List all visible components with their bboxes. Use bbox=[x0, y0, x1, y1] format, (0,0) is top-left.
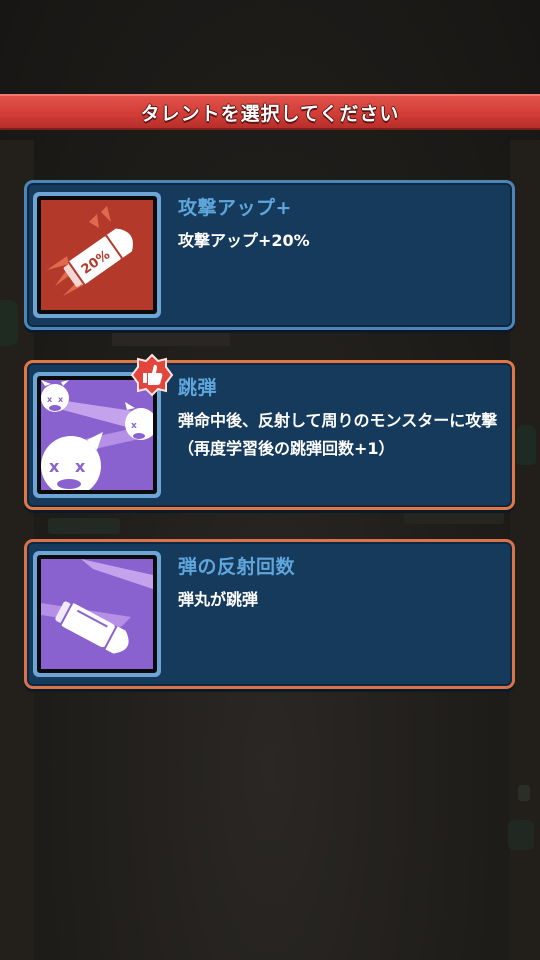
talent-description: 攻撃アップ+20% bbox=[178, 231, 310, 250]
svg-text:x: x bbox=[75, 457, 86, 476]
talent-description: 弾丸が跳弾 bbox=[178, 590, 259, 609]
talent-name: 攻撃アップ+ bbox=[178, 197, 292, 219]
background-plant-left bbox=[0, 300, 18, 346]
recommended-thumbs-up-icon bbox=[130, 353, 174, 397]
background-shelf bbox=[48, 518, 120, 534]
talent-card-bounce-count[interactable]: 弾の反射回数 弾丸が跳弾 bbox=[24, 539, 515, 689]
background-lamp bbox=[518, 785, 530, 801]
svg-text:x: x bbox=[49, 457, 60, 476]
talent-select-banner: タレントを選択してください bbox=[0, 94, 540, 130]
talent-description: 弾命中後、反射して周りのモンスターに攻撃（再度学習後の跳弾回数+1） bbox=[178, 411, 498, 458]
talent-card-ricochet[interactable]: x x x x x 跳弾 弾命中後、反射して周りのモンスターに攻撃（再度学習後の… bbox=[24, 360, 515, 510]
talent-card-attack-up[interactable]: 20% 攻撃アップ+ 攻撃アップ+20% bbox=[24, 180, 515, 330]
bouncing-bullet-icon bbox=[37, 555, 157, 673]
talent-icon-frame bbox=[33, 551, 161, 677]
banner-title: タレントを選択してください bbox=[140, 102, 400, 125]
svg-text:x: x bbox=[131, 421, 137, 431]
background-plant-right bbox=[516, 425, 536, 465]
game-screen: タレントを選択してください 20% 攻撃アップ+ 攻撃アップ+20% x x x… bbox=[0, 0, 540, 960]
talent-name: 弾の反射回数 bbox=[178, 556, 296, 578]
talent-icon-frame: 20% bbox=[33, 192, 161, 318]
background-door bbox=[112, 330, 230, 346]
background-crate bbox=[508, 820, 534, 850]
background-shelf-right bbox=[404, 512, 504, 524]
svg-text:x: x bbox=[58, 395, 64, 404]
svg-text:x: x bbox=[47, 395, 53, 404]
bullet-20-percent-icon: 20% bbox=[37, 196, 157, 314]
talent-name: 跳弾 bbox=[178, 377, 218, 399]
